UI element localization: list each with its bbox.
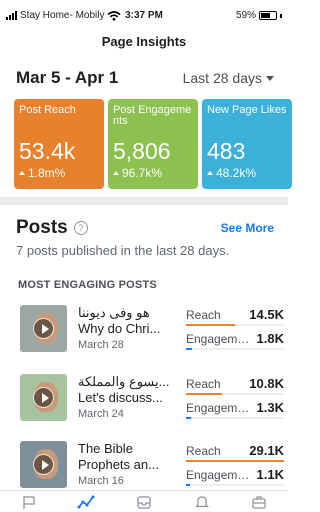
engagement-value: 1.3K [256, 400, 284, 415]
arrow-up-icon [207, 171, 213, 175]
reach-label: Reach [186, 377, 221, 391]
engagement-bar [186, 348, 192, 350]
engagement-bar [186, 484, 190, 486]
engagement-bar [186, 417, 191, 419]
play-icon [33, 454, 54, 475]
flag-icon [23, 495, 35, 509]
engagement-label: Engageme... [186, 401, 252, 415]
battery-icon [259, 11, 277, 20]
date-row: Mar 5 - Apr 1 Last 28 days [16, 66, 274, 90]
reach-metric: Reach 14.5K [186, 307, 284, 330]
post-date: March 28 [78, 339, 124, 351]
reach-bar [186, 460, 284, 462]
post-date: March 24 [78, 408, 124, 420]
metric-cards: Post Reach 53.4k 1.8m% Post Engagements … [14, 99, 304, 189]
card-value: 53.4k [19, 138, 76, 164]
section-divider [0, 197, 288, 205]
post-engagements-card[interactable]: Post Engagements 5,806 96.7k% [108, 99, 198, 189]
page-title: Page Insights [101, 34, 187, 49]
engagement-label: Engageme... [186, 332, 252, 346]
posts-title-wrap: Posts ? [16, 217, 88, 239]
see-more-link[interactable]: See More [221, 221, 274, 235]
status-right: 59% [236, 10, 282, 21]
period-dropdown[interactable]: Last 28 days [183, 70, 274, 86]
reach-bar [186, 393, 223, 395]
date-range: Mar 5 - Apr 1 [16, 68, 119, 87]
posts-subtitle: 7 posts published in the last 28 days. [16, 243, 230, 258]
engagement-metric: Engageme... 1.1K [186, 467, 284, 490]
reach-track [186, 460, 284, 462]
posts-header: Posts ? See More [16, 217, 274, 239]
insights-icon [77, 495, 95, 508]
arrow-up-icon [19, 171, 25, 175]
post-title: هو وفى ديوننا Why do Chri... [78, 305, 161, 336]
tab-page[interactable] [11, 492, 47, 512]
tab-notifications[interactable] [184, 492, 220, 512]
inbox-icon [137, 495, 151, 509]
engagement-track [186, 417, 284, 419]
card-change: 48.2k% [207, 166, 256, 180]
engagement-metric: Engageme... 1.8K [186, 331, 284, 354]
engagement-value: 1.1K [256, 467, 284, 482]
post-row[interactable]: The Bible Prophets an... March 16 Reach … [20, 441, 286, 497]
period-label: Last 28 days [182, 70, 262, 86]
new-page-likes-card[interactable]: New Page Likes 483 48.2k% [202, 99, 292, 189]
reach-value: 29.1K [249, 443, 284, 458]
bell-icon [194, 495, 209, 507]
play-icon [33, 318, 54, 339]
post-reach-card[interactable]: Post Reach 53.4k 1.8m% [14, 99, 104, 189]
posts-title: Posts [16, 217, 68, 238]
card-change-value: 48.2k% [216, 166, 257, 180]
post-thumbnail [20, 441, 67, 488]
post-text: يسوع والمملكة... Let's discuss... March … [78, 374, 182, 420]
card-change: 96.7k% [113, 166, 162, 180]
reach-value: 14.5K [249, 307, 284, 322]
reach-value: 10.8K [249, 376, 284, 391]
most-engaging-label: MOST ENGAGING POSTS [18, 279, 157, 291]
post-title: يسوع والمملكة... Let's discuss... [78, 374, 170, 405]
reach-label: Reach [186, 444, 221, 458]
post-row[interactable]: يسوع والمملكة... Let's discuss... March … [20, 374, 286, 430]
post-thumbnail [20, 374, 67, 421]
play-icon [33, 387, 54, 408]
caret-down-icon [266, 75, 274, 81]
reach-metric: Reach 29.1K [186, 443, 284, 466]
post-text: هو وفى ديوننا Why do Chri... March 28 [78, 305, 182, 351]
post-date: March 16 [78, 475, 124, 487]
card-label: Post Engagements [113, 104, 192, 127]
card-change: 1.8m% [19, 166, 65, 180]
card-value: 5,806 [113, 138, 171, 164]
status-bar: Stay Home- Mobily 3:37 PM 59% [0, 0, 288, 30]
briefcase-icon [252, 495, 266, 509]
battery-cap [280, 13, 282, 18]
arrow-up-icon [113, 171, 119, 175]
post-thumbnail [20, 305, 67, 352]
post-text: The Bible Prophets an... March 16 [78, 441, 182, 487]
reach-track [186, 324, 284, 326]
card-label: New Page Likes [207, 104, 287, 116]
card-change-value: 1.8m% [28, 166, 66, 180]
help-icon[interactable]: ? [73, 221, 88, 235]
card-label: Post Reach [19, 104, 76, 116]
bottom-tab-bar [0, 490, 288, 512]
engagement-value: 1.8K [256, 331, 284, 346]
tab-tools[interactable] [241, 492, 277, 512]
engagement-track [186, 484, 284, 486]
battery-label: 59% [235, 10, 256, 21]
engagement-label: Engageme... [186, 468, 252, 482]
card-change-value: 96.7k% [122, 166, 163, 180]
tab-inbox[interactable] [126, 492, 162, 512]
reach-metric: Reach 10.8K [186, 376, 284, 399]
reach-track [186, 393, 284, 395]
reach-label: Reach [186, 308, 221, 322]
engagement-metric: Engageme... 1.3K [186, 400, 284, 423]
post-row[interactable]: هو وفى ديوننا Why do Chri... March 28 Re… [20, 305, 286, 361]
card-value: 483 [207, 138, 246, 164]
engagement-track [186, 348, 284, 350]
reach-bar [186, 324, 235, 326]
post-title: The Bible Prophets an... [78, 441, 159, 472]
tab-insights[interactable] [68, 492, 104, 512]
